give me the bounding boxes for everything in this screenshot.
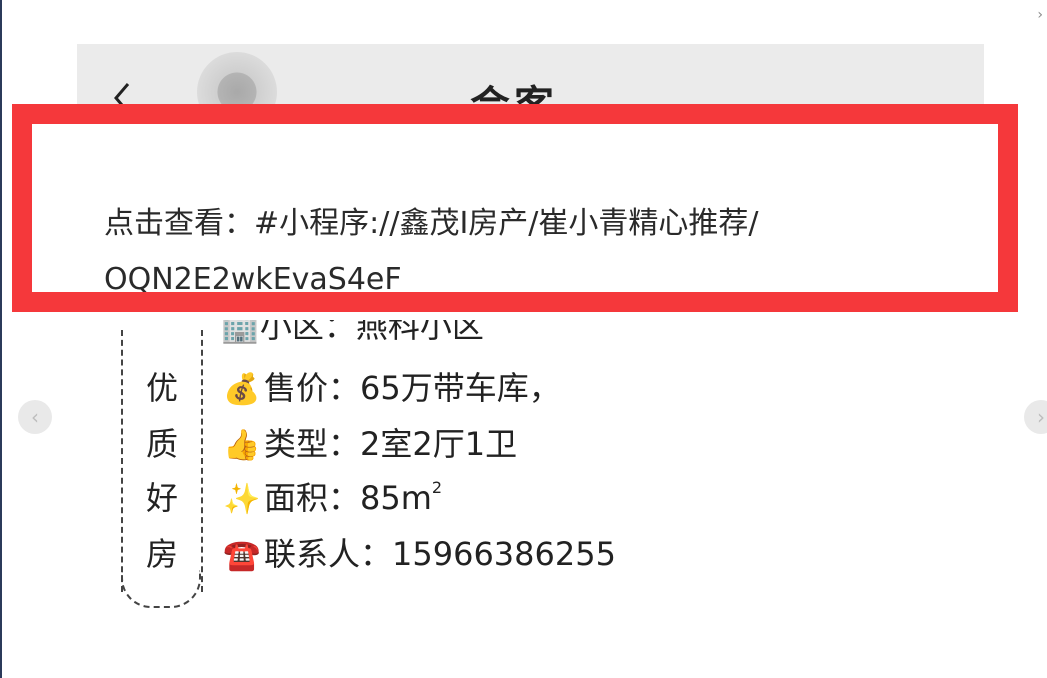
badge-char: 房 <box>145 535 178 573</box>
quality-badge: 优 质 好 房 <box>121 320 203 610</box>
area-unit-superscript: 2 <box>431 478 443 497</box>
price-line: 💰 售价：65万带车库， <box>220 368 561 410</box>
screenshot-viewer: › 会客 点击查看：#小程序://鑫茂I房产/崔小青精心推荐/ OQN2E2wk… <box>0 0 1047 678</box>
chevron-right-icon[interactable]: › <box>1037 8 1043 22</box>
badge-char: 优 <box>145 369 178 407</box>
highlight-annotation <box>12 104 1018 312</box>
telephone-icon: ☎️ <box>223 538 261 573</box>
badge-char: 质 <box>145 425 178 463</box>
sparkles-icon: ✨ <box>223 482 261 517</box>
money-bag-icon: 💰 <box>223 372 261 407</box>
thumbs-up-icon: 👍 <box>223 428 261 463</box>
price-text: 售价：65万带车库， <box>264 369 561 407</box>
community-line: 🏢小区：燕科小区 <box>210 320 550 348</box>
community-text: 🏢小区：燕科小区 <box>220 320 484 345</box>
area-line: ✨ 面积：85m2 <box>220 478 442 520</box>
next-image-button[interactable]: › <box>1024 400 1047 434</box>
contact-text: 联系人：15966386255 <box>264 535 616 573</box>
window-edge <box>0 0 2 678</box>
type-text: 类型：2室2厅1卫 <box>264 425 518 463</box>
type-line: 👍 类型：2室2厅1卫 <box>220 424 517 466</box>
badge-border-bottom <box>121 570 201 608</box>
badge-char: 好 <box>145 479 178 517</box>
previous-image-button[interactable]: ‹ <box>18 400 52 434</box>
area-text: 面积：85m <box>264 479 432 517</box>
contact-line: ☎️ 联系人：15966386255 <box>220 534 616 576</box>
